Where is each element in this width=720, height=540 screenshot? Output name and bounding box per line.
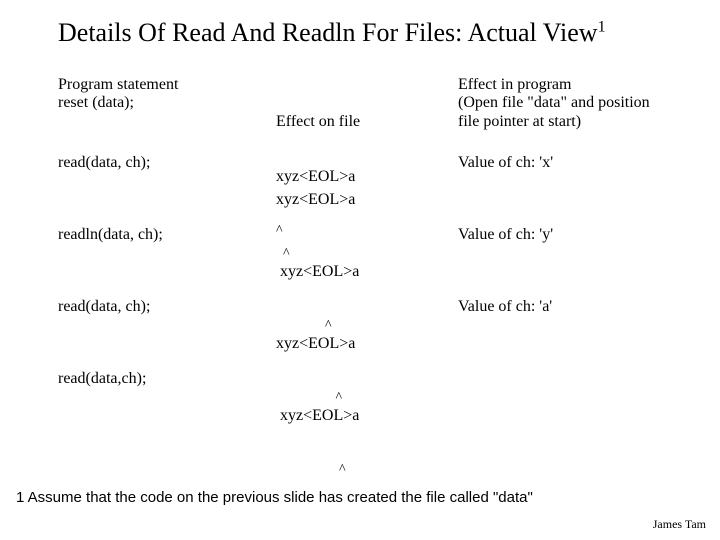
- header-c3-line3: file pointer at start): [458, 113, 698, 131]
- cell-effect: Value of ch: 'a': [458, 298, 698, 316]
- cell-statement: readln(data, ch);: [58, 226, 258, 244]
- table-row: readln(data, ch); xyz<EOL>a ^ Value of c…: [58, 226, 678, 298]
- file-caret: ^: [276, 462, 451, 478]
- title-superscript: 1: [598, 18, 606, 35]
- file-text: xyz<EOL>a: [276, 407, 451, 425]
- cell-statement: read(data,ch);: [58, 370, 258, 388]
- table-header-row: Program statement reset (data); Effect o…: [58, 76, 678, 154]
- title-text: Details Of Read And Readln For Files: Ac…: [58, 18, 598, 47]
- page-title: Details Of Read And Readln For Files: Ac…: [58, 18, 606, 48]
- header-col-program: Effect in program (Open file "data" and …: [458, 76, 698, 131]
- header-c1-line2: reset (data);: [58, 94, 258, 112]
- content-table: Program statement reset (data); Effect o…: [58, 76, 678, 442]
- header-c1-line1: Program statement: [58, 76, 258, 94]
- file-text: xyz<EOL>a: [276, 263, 451, 281]
- cell-effect: Value of ch: 'y': [458, 226, 698, 244]
- cell-statement: read(data, ch);: [58, 298, 258, 316]
- header-c3-line1: Effect in program: [458, 76, 698, 94]
- file-text: xyz<EOL>a: [276, 335, 451, 353]
- header-c2-line1: Effect on file: [276, 113, 451, 131]
- table-row: read(data, ch); xyz<EOL>a ^ Value of ch:…: [58, 154, 678, 226]
- cell-statement: read(data, ch);: [58, 154, 258, 172]
- author-credit: James Tam: [653, 517, 706, 532]
- footnote: 1 Assume that the code on the previous s…: [16, 489, 533, 506]
- table-row: read(data, ch); xyz<EOL>a ^ Value of ch:…: [58, 298, 678, 370]
- table-row: read(data,ch); xyz<EOL>a ^: [58, 370, 678, 442]
- file-text: xyz<EOL>a: [276, 191, 451, 209]
- slide: Details Of Read And Readln For Files: Ac…: [0, 0, 720, 540]
- header-c3-line2: (Open file "data" and position: [458, 94, 698, 112]
- cell-effect: Value of ch: 'x': [458, 154, 698, 172]
- header-col-statement: Program statement reset (data);: [58, 76, 258, 113]
